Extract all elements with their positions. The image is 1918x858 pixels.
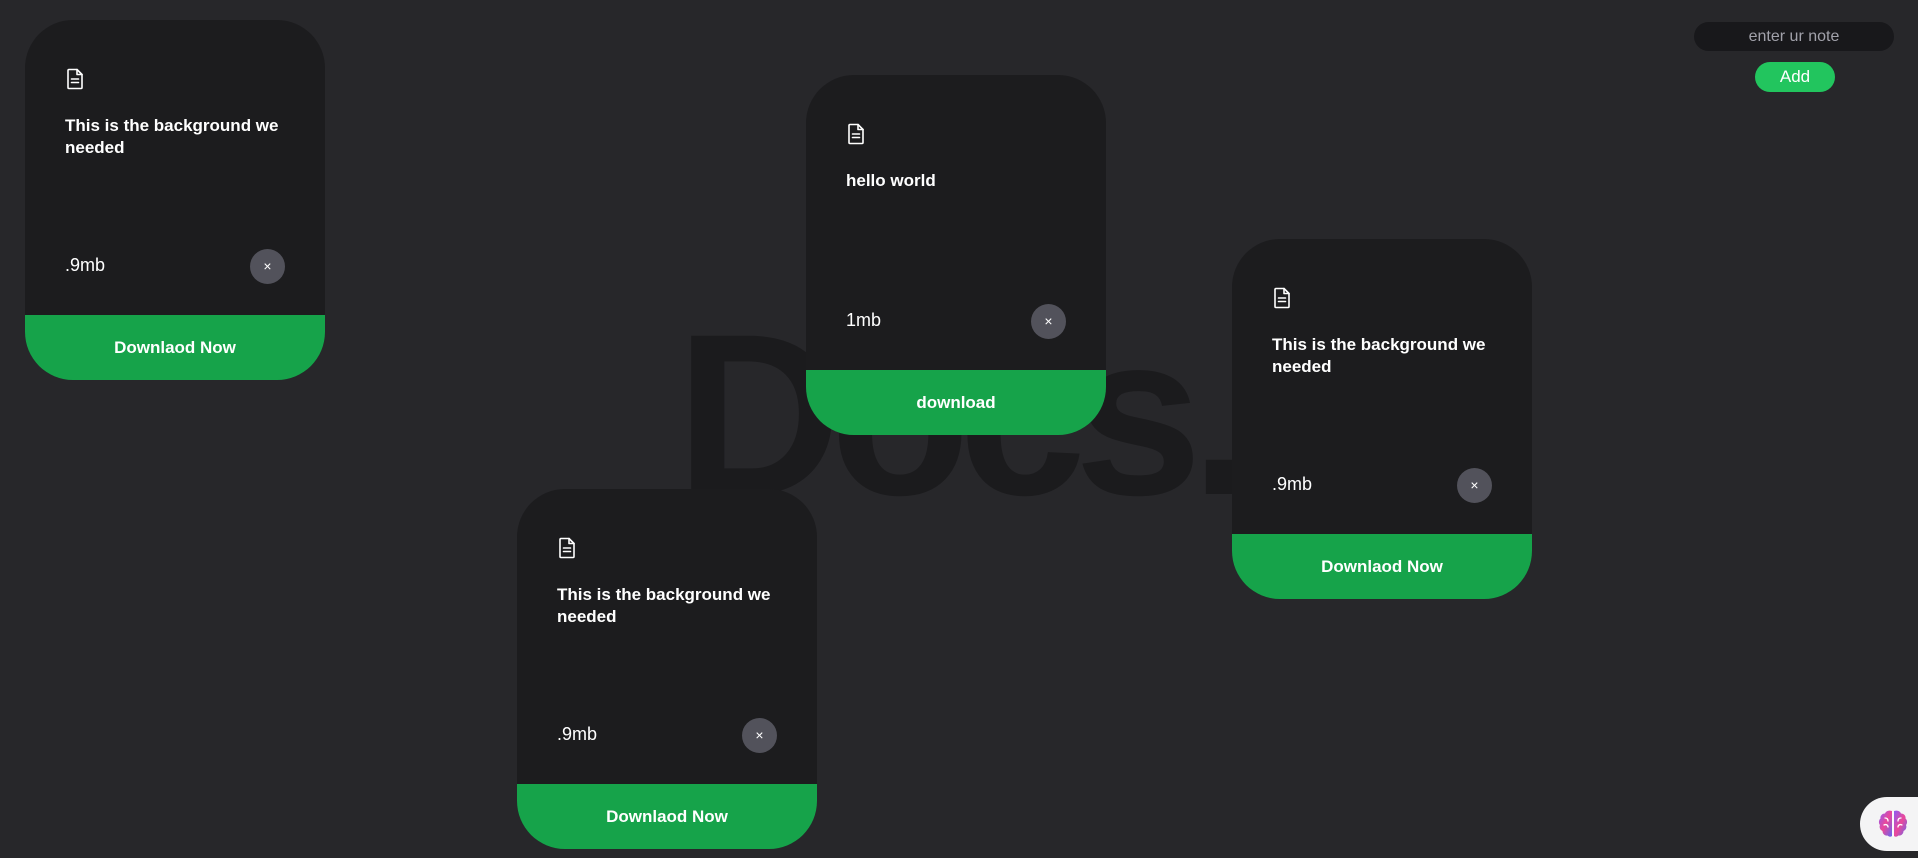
download-button[interactable]: download [806,370,1106,435]
close-button[interactable]: × [1031,304,1066,339]
close-button[interactable]: × [742,718,777,753]
card-file-size: .9mb [557,724,598,744]
app-root: Docs. Documents Add This is the backgrou… [0,0,1918,858]
document-icon [559,537,575,559]
download-button[interactable]: Downlaod Now [517,784,817,849]
add-note-button[interactable]: Add [1755,62,1835,92]
note-form: Add [1694,22,1894,92]
document-card[interactable]: This is the background we needed .9mb × … [25,20,325,380]
card-title: hello world [846,171,936,190]
brain-icon [1878,810,1908,837]
card-title: This is the background we needed [557,585,771,626]
card-file-size: .9mb [1272,474,1313,494]
document-card[interactable]: hello world 1mb × download [806,75,1106,435]
document-icon [1274,287,1290,309]
document-card[interactable]: This is the background we needed .9mb × … [517,489,817,849]
close-button[interactable]: × [1457,468,1492,503]
document-icon [848,123,864,145]
download-button[interactable]: Downlaod Now [25,315,325,380]
note-input[interactable] [1694,22,1894,51]
document-icon [67,68,83,90]
card-file-size: 1mb [846,310,882,330]
assistant-widget[interactable] [1860,797,1918,851]
card-title: This is the background we needed [65,116,279,157]
card-title: This is the background we needed [1272,335,1486,376]
download-button[interactable]: Downlaod Now [1232,534,1532,599]
close-button[interactable]: × [250,249,285,284]
document-card[interactable]: This is the background we needed .9mb × … [1232,239,1532,599]
card-file-size: .9mb [65,255,106,275]
